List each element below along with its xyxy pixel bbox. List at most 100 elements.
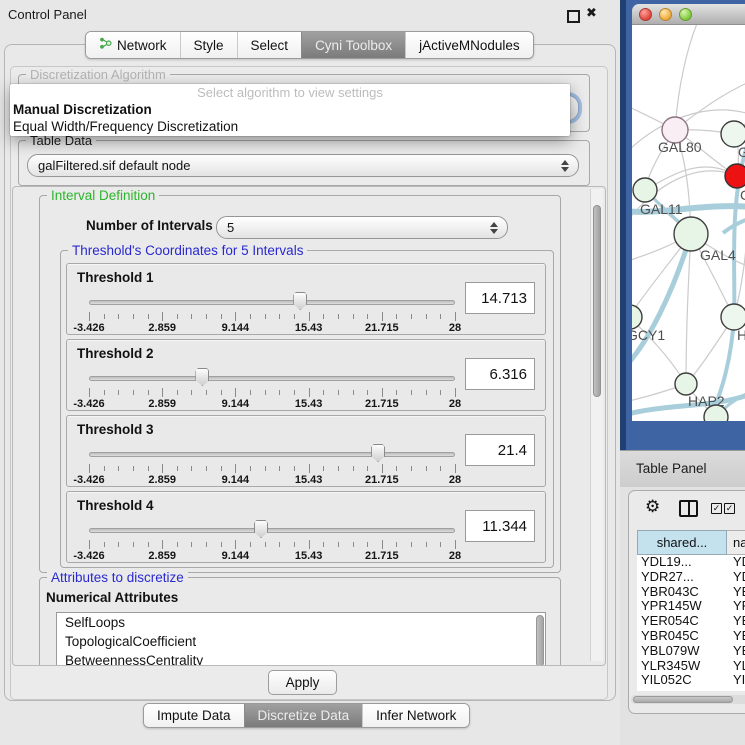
table-row-ybr045c[interactable]: YBR045CYBR0	[637, 629, 745, 644]
attribute-item-betweennesscentrality[interactable]: BetweennessCentrality	[57, 651, 545, 666]
table-row-ydl19[interactable]: YDL19...YDL1	[637, 555, 745, 570]
tick-mark	[235, 312, 236, 321]
table-data-combobox[interactable]: galFiltered.sif default node	[27, 154, 579, 177]
slider-handle[interactable]	[371, 444, 385, 462]
cell-name: YIL0	[727, 673, 745, 688]
network-node-gal4[interactable]	[674, 217, 708, 251]
tick-mark	[396, 466, 397, 471]
tab-cyni-toolbox[interactable]: Cyni Toolbox	[301, 32, 405, 58]
slider-handle[interactable]	[195, 368, 209, 386]
threshold-value-field[interactable]: 6.316	[465, 358, 535, 390]
tick-mark	[353, 314, 354, 319]
network-node-gcy1[interactable]	[632, 305, 642, 329]
columns-icon[interactable]	[679, 500, 698, 517]
number-of-intervals-combobox[interactable]: 5	[216, 216, 508, 239]
tick-mark	[221, 390, 222, 395]
tab-infer-network[interactable]: Infer Network	[362, 704, 469, 727]
slider-ticks	[89, 388, 455, 397]
float-window-icon[interactable]	[567, 10, 580, 23]
tab-discretize-data[interactable]: Discretize Data	[244, 704, 363, 727]
table-row-ydr27[interactable]: YDR27...YDR2	[637, 570, 745, 585]
cell-shared-name: YBR045C	[637, 629, 727, 644]
tab-select[interactable]: Select	[237, 32, 302, 58]
tick-mark	[118, 542, 119, 547]
column-header-shared-name[interactable]: shared...	[637, 530, 727, 555]
tick-label: 2.859	[148, 322, 176, 334]
tab-network[interactable]: Network	[86, 32, 180, 58]
slider-handle[interactable]	[254, 520, 268, 538]
zoom-traffic-light-icon[interactable]	[679, 8, 692, 21]
algorithm-option-equal-width-frequency-discretization[interactable]: Equal Width/Frequency Discretization	[10, 118, 570, 135]
close-icon[interactable]: ✖	[586, 5, 597, 21]
table-row-ybl079w[interactable]: YBL079WYBL0	[637, 644, 745, 659]
table-row-ybr043c[interactable]: YBR043CYBR0	[637, 585, 745, 600]
tick-mark	[250, 314, 251, 319]
tick-mark	[148, 314, 149, 319]
frame-edge	[620, 0, 626, 450]
network-node-hap2[interactable]	[675, 373, 697, 395]
table-row-yer054c[interactable]: YER054CYER0	[637, 614, 745, 629]
algorithm-option-manual-discretization[interactable]: Manual Discretization	[10, 101, 570, 118]
threshold-slider[interactable]: -3.4262.8599.14415.4321.71528	[89, 516, 455, 562]
threshold-slider[interactable]: -3.4262.8599.14415.4321.71528	[89, 440, 455, 486]
tick-label: 28	[449, 474, 461, 486]
minimize-traffic-light-icon[interactable]	[659, 8, 672, 21]
slider-track[interactable]	[89, 528, 455, 533]
tick-mark	[206, 466, 207, 471]
tick-label: 21.715	[365, 398, 399, 410]
threshold-value-field[interactable]: 21.4	[465, 434, 535, 466]
network-node[interactable]	[725, 164, 745, 188]
tick-mark	[367, 466, 368, 471]
slider-track[interactable]	[89, 376, 455, 381]
tick-mark	[279, 390, 280, 395]
network-node-gal11[interactable]	[633, 178, 657, 202]
slider-track[interactable]	[89, 300, 455, 305]
attribute-list-scrollbar[interactable]	[536, 615, 544, 666]
threshold-value-field[interactable]: 14.713	[465, 282, 535, 314]
attribute-item-selfloops[interactable]: SelfLoops	[57, 613, 545, 632]
table-row-ylr345w[interactable]: YLR345WYLR3	[637, 659, 745, 674]
slider-track[interactable]	[89, 452, 455, 457]
thresholds-group: Threshold's Coordinates for 5 Intervals …	[60, 250, 554, 568]
node-label-gal80: GAL80	[658, 139, 702, 155]
tick-mark	[440, 314, 441, 319]
threshold-slider[interactable]: -3.4262.8599.14415.4321.71528	[89, 288, 455, 334]
network-canvas[interactable]: GAL80GAL11GAL4GCY1HHAP2G.C	[632, 25, 745, 421]
vertical-scrollbar-thumb[interactable]	[593, 205, 601, 397]
threshold-box-threshold-3: Threshold 3-3.4262.8599.14415.4321.71528…	[66, 415, 546, 487]
threshold-value-field[interactable]: 11.344	[465, 510, 535, 542]
apply-button[interactable]: Apply	[268, 670, 337, 695]
tick-mark	[338, 466, 339, 471]
tick-mark	[294, 466, 295, 471]
cell-name: YDR2	[727, 570, 745, 585]
tab-label: Network	[117, 38, 167, 53]
column-header-name[interactable]: na	[727, 530, 745, 555]
slider-ticks	[89, 540, 455, 549]
cell-shared-name: YIL052C	[637, 673, 727, 688]
checkbox-checked-icon[interactable]: ✓	[724, 503, 735, 514]
horizontal-scrollbar-thumb[interactable]	[633, 696, 733, 703]
tick-mark	[89, 464, 90, 473]
tick-label: 9.144	[222, 322, 250, 334]
close-traffic-light-icon[interactable]	[639, 8, 652, 21]
tab-impute-data[interactable]: Impute Data	[144, 704, 244, 727]
network-window-titlebar[interactable]	[632, 4, 745, 25]
tick-mark	[235, 388, 236, 397]
slider-handle[interactable]	[293, 292, 307, 310]
table-header: shared... na	[637, 530, 745, 555]
tab-style[interactable]: Style	[180, 32, 237, 58]
table-row-ypr145w[interactable]: YPR145WYPR1	[637, 599, 745, 614]
spinner-arrows-icon	[490, 222, 498, 234]
attribute-item-topologicalcoefficient[interactable]: TopologicalCoefficient	[57, 632, 545, 651]
gear-icon[interactable]: ⚙	[645, 497, 660, 517]
tick-mark	[440, 466, 441, 471]
tick-mark	[426, 466, 427, 471]
tick-mark	[162, 540, 163, 549]
threshold-slider[interactable]: -3.4262.8599.14415.4321.71528	[89, 364, 455, 410]
checkbox-checked-icon[interactable]: ✓	[711, 503, 722, 514]
tick-mark	[191, 542, 192, 547]
tick-mark	[367, 542, 368, 547]
tab-jactivemnodules[interactable]: jActiveMNodules	[405, 32, 533, 58]
tick-mark	[162, 312, 163, 321]
table-row-yil052c[interactable]: YIL052CYIL0	[637, 673, 745, 688]
